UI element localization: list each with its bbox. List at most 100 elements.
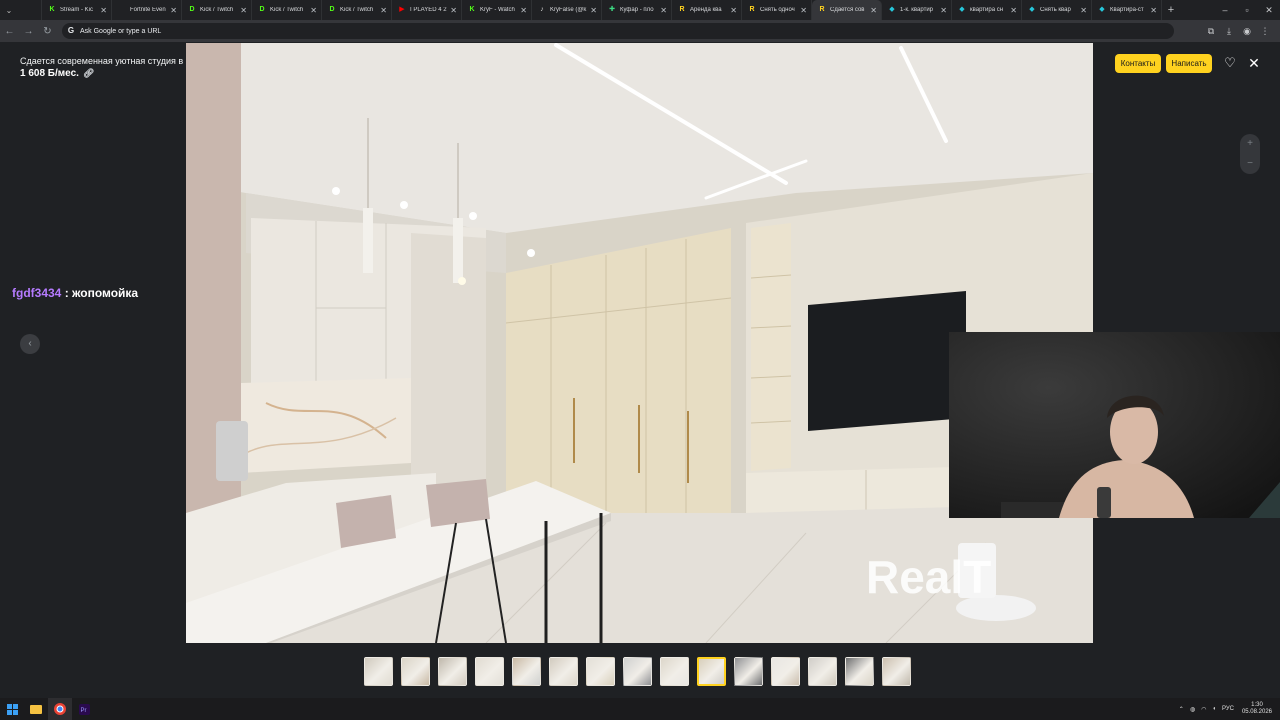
tab-search-button[interactable]: ⌄ [0, 0, 18, 20]
previous-photo-button[interactable]: ‹ [20, 334, 40, 354]
tab-close-icon[interactable]: ✕ [100, 6, 107, 15]
tab-close-icon[interactable]: ✕ [940, 6, 947, 15]
windows-taskbar: Pr ⌃ ◍ ◠ ◖ РУС 1:30 05.08.2026 [0, 698, 1280, 720]
photo-thumbnail[interactable] [475, 657, 504, 686]
premiere-taskbar-button[interactable]: Pr [72, 698, 96, 720]
photo-thumbnail[interactable] [808, 657, 837, 686]
forward-button[interactable]: → [19, 26, 38, 37]
keyboard-language[interactable]: РУС [1222, 706, 1234, 712]
photo-thumbnail[interactable] [771, 657, 800, 686]
browser-menu-icon[interactable]: ⋮ [1256, 26, 1274, 37]
browser-tab[interactable]: D Kick / Twitch ✕ [182, 0, 252, 20]
network-icon[interactable]: ◍ [1190, 706, 1195, 713]
tab-close-icon[interactable]: ✕ [1010, 6, 1017, 15]
photo-thumbnail[interactable] [586, 657, 615, 686]
tab-close-icon[interactable]: ✕ [870, 6, 877, 15]
chrome-taskbar-button[interactable] [48, 698, 72, 720]
tab-title: 1-к. квартир [900, 7, 934, 13]
zoom-control: + − [1240, 134, 1260, 174]
tab-favicon-icon: D [189, 6, 195, 13]
photo-thumbnail[interactable] [697, 657, 726, 686]
contacts-button[interactable]: Контакты [1115, 54, 1161, 73]
favorite-heart-icon[interactable]: ♡ [1222, 55, 1238, 71]
photo-thumbnail[interactable] [549, 657, 578, 686]
gallery-viewer: Сдается современная уютная студия в Минс… [0, 42, 1280, 698]
clock[interactable]: 1:30 05.08.2026 [1242, 702, 1272, 716]
browser-tab[interactable]: R Аренда ква ✕ [672, 0, 742, 20]
zoom-out-button[interactable]: − [1240, 154, 1260, 174]
tab-favicon-icon: D [259, 6, 265, 13]
minimize-button[interactable]: – [1214, 0, 1236, 20]
window-close-button[interactable]: ✕ [1258, 0, 1280, 20]
close-gallery-icon[interactable]: ✕ [1246, 55, 1262, 71]
tab-close-icon[interactable]: ✕ [1150, 6, 1157, 15]
browser-tab[interactable] [18, 0, 42, 20]
clock-date: 05.08.2026 [1241, 709, 1272, 715]
browser-tab[interactable]: ✚ Куфар - пло ✕ [602, 0, 672, 20]
tab-title: Квартира-ст [1110, 7, 1144, 13]
wifi-icon[interactable]: ◠ [1201, 706, 1206, 713]
browser-tab[interactable]: ▶ I PLAYED 4 2 ✕ [392, 0, 462, 20]
tab-favicon-icon: ◆ [889, 6, 895, 13]
link-icon[interactable]: 🔗︎ [83, 68, 94, 78]
tab-favicon-icon: D [329, 6, 335, 13]
maximize-button[interactable]: ▫ [1236, 0, 1258, 20]
file-explorer-button[interactable] [24, 698, 48, 720]
browser-tab[interactable]: Fortnite Even ✕ [112, 0, 182, 20]
tab-close-icon[interactable]: ✕ [380, 6, 387, 15]
browser-tab[interactable]: D Kick / Twitch ✕ [252, 0, 322, 20]
photo-thumbnail[interactable] [512, 657, 541, 686]
browser-tab[interactable]: K Stream - Kic ✕ [42, 0, 112, 20]
tab-favicon-icon: K [469, 6, 475, 13]
tab-close-icon[interactable]: ✕ [800, 6, 807, 15]
window-controls: – ▫ ✕ [1214, 0, 1280, 20]
tab-title: KryF - Watch [480, 7, 515, 13]
tab-title: KryFalse (@k [550, 7, 587, 13]
browser-tab[interactable]: D Kick / Twitch ✕ [322, 0, 392, 20]
tab-close-icon[interactable]: ✕ [170, 6, 177, 15]
extensions-icon[interactable]: ⧉ [1202, 26, 1220, 37]
photo-thumbnail[interactable] [623, 657, 652, 686]
volume-icon[interactable]: ◖ [1212, 706, 1216, 712]
photo-thumbnail[interactable] [882, 657, 911, 686]
profile-icon[interactable]: ◉ [1238, 26, 1256, 37]
browser-tab[interactable]: R Сдается сов ✕ [812, 0, 882, 20]
tab-close-icon[interactable]: ✕ [1080, 6, 1087, 15]
tab-close-icon[interactable]: ✕ [310, 6, 317, 15]
tab-close-icon[interactable]: ✕ [240, 6, 247, 15]
back-button[interactable]: ← [0, 26, 19, 37]
photo-thumbnail[interactable] [734, 657, 763, 686]
tab-close-icon[interactable]: ✕ [660, 6, 667, 15]
reload-button[interactable]: ↻ [38, 26, 57, 37]
browser-tab[interactable]: K KryF - Watch ✕ [462, 0, 532, 20]
browser-tab[interactable]: ◆ Снять квар ✕ [1022, 0, 1092, 20]
zoom-in-button[interactable]: + [1240, 134, 1260, 154]
tab-close-icon[interactable]: ✕ [520, 6, 527, 15]
tab-title: Kick / Twitch [340, 7, 374, 13]
tab-favicon-icon: ♪ [540, 6, 544, 13]
photo-thumbnail[interactable] [845, 657, 874, 686]
start-button[interactable] [0, 698, 24, 720]
folder-icon [30, 705, 42, 714]
new-tab-button[interactable]: + [1162, 4, 1180, 16]
photo-thumbnail[interactable] [438, 657, 467, 686]
browser-tab[interactable]: ♪ KryFalse (@k ✕ [532, 0, 602, 20]
tab-close-icon[interactable]: ✕ [730, 6, 737, 15]
tab-close-icon[interactable]: ✕ [590, 6, 597, 15]
browser-tab[interactable]: ◆ 1-к. квартир ✕ [882, 0, 952, 20]
photo-thumbnail[interactable] [364, 657, 393, 686]
browser-tab[interactable]: ◆ Квартира-ст ✕ [1092, 0, 1162, 20]
chat-username: fgdf3434 [12, 286, 62, 300]
photo-thumbnail[interactable] [401, 657, 430, 686]
tab-close-icon[interactable]: ✕ [450, 6, 457, 15]
tab-title: Снять одноч [760, 7, 795, 13]
downloads-icon[interactable]: ⤓ [1220, 26, 1238, 37]
address-bar[interactable]: G Ask Google or type a URL [62, 23, 1174, 39]
photo-thumbnail[interactable] [660, 657, 689, 686]
chrome-icon [54, 703, 66, 715]
tray-expand-icon[interactable]: ⌃ [1179, 706, 1184, 713]
listing-price: 1 608 Б/мес. [20, 68, 79, 79]
browser-tab[interactable]: ◆ квартира сн ✕ [952, 0, 1022, 20]
browser-tab[interactable]: R Снять одноч ✕ [742, 0, 812, 20]
write-message-button[interactable]: Написать [1166, 54, 1212, 73]
